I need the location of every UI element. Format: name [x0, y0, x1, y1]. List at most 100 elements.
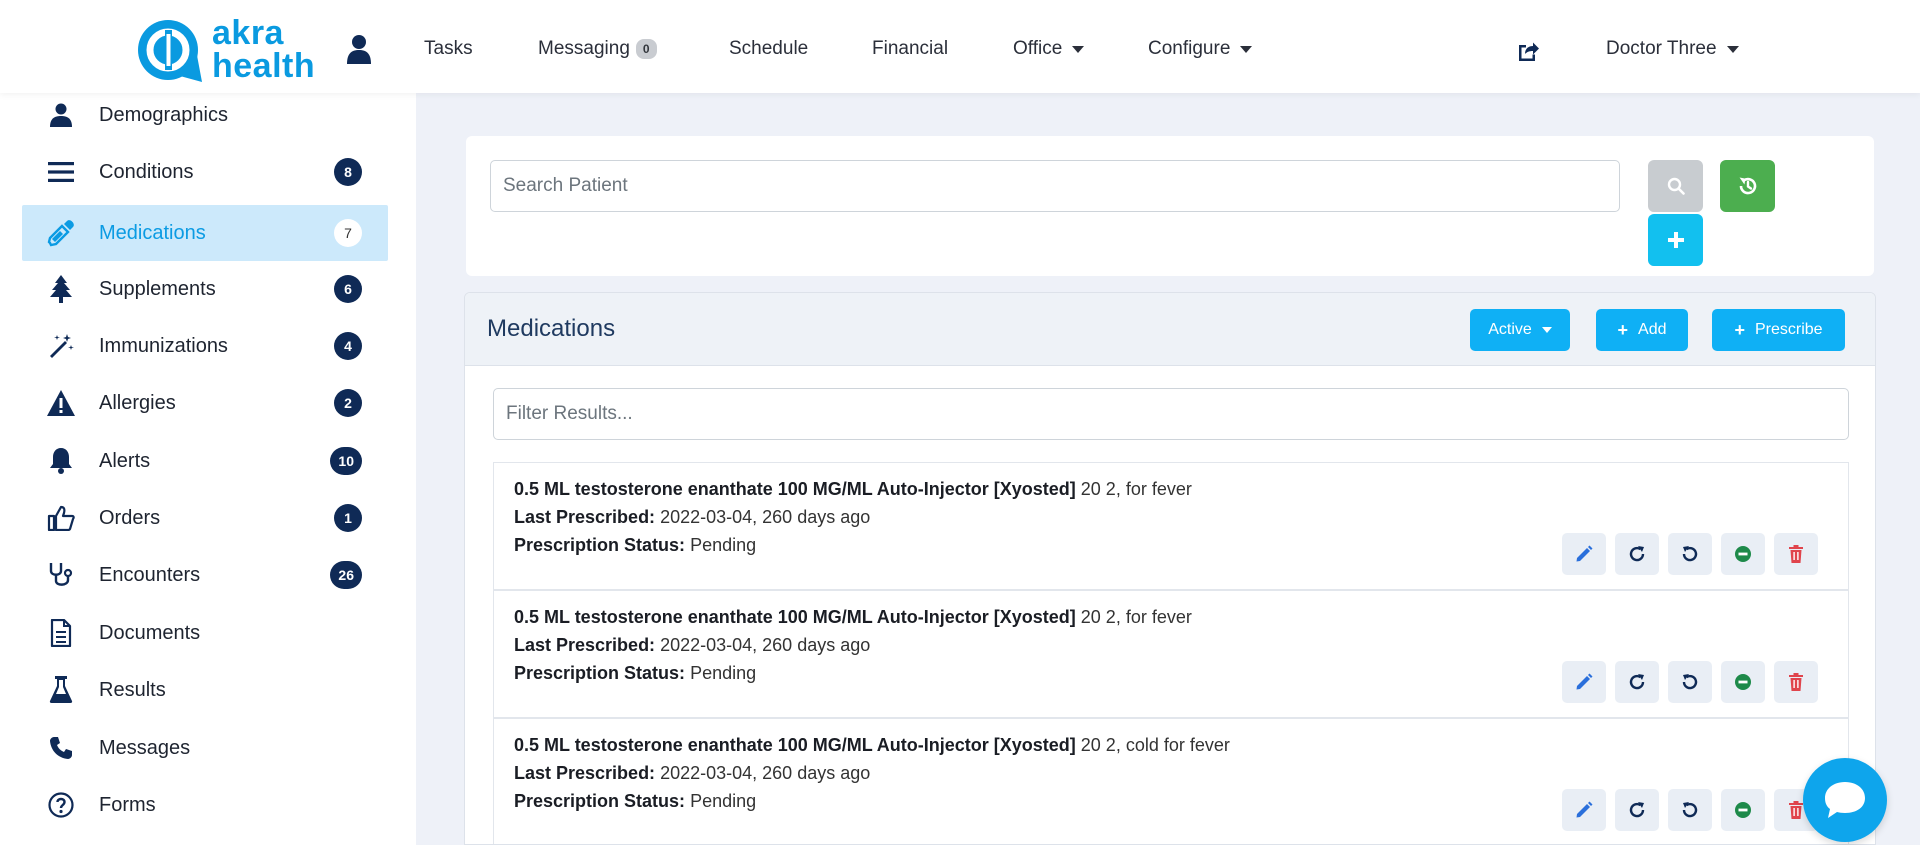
sidebar-item-documents[interactable]: Documents: [22, 605, 388, 661]
add-patient-button[interactable]: [1648, 214, 1703, 266]
warning-icon: [46, 388, 76, 418]
trash-icon: [1789, 545, 1803, 563]
list-icon: [46, 157, 76, 187]
messaging-count-badge: 0: [635, 39, 657, 59]
pencil-icon: [1576, 673, 1593, 690]
search-icon: [1667, 177, 1685, 195]
prescription-status-value: Pending: [690, 663, 757, 683]
chat-widget-button[interactable]: [1803, 758, 1887, 842]
trash-icon: [1789, 673, 1803, 691]
sidebar-item-label: Supplements: [99, 277, 216, 300]
discontinue-button[interactable]: [1721, 533, 1765, 575]
discontinue-button[interactable]: [1721, 661, 1765, 703]
chevron-down-icon: [1072, 45, 1085, 53]
sidebar-item-forms[interactable]: Forms: [22, 777, 388, 833]
sidebar-item-messages[interactable]: Messages: [22, 720, 388, 776]
redo-icon: [1629, 674, 1645, 690]
minus-circle-icon: [1735, 674, 1751, 690]
medication-sig: 20 2, for fever: [1080, 479, 1192, 499]
medication-name: 0.5 ML testosterone enanthate 100 MG/ML …: [514, 607, 1076, 627]
search-button[interactable]: [1648, 160, 1703, 212]
phone-icon: [46, 733, 76, 763]
medications-title: Medications: [487, 315, 616, 342]
chevron-down-icon: [1240, 45, 1253, 53]
last-prescribed-label: Last Prescribed:: [514, 635, 656, 655]
count-badge: 4: [334, 332, 362, 360]
sidebar-item-label: Conditions: [99, 160, 194, 183]
delete-button[interactable]: [1774, 533, 1818, 575]
logo-icon: [138, 20, 202, 82]
nav-configure-label: Configure: [1148, 38, 1231, 59]
undo-button[interactable]: [1668, 533, 1712, 575]
medications-header: Medications Active + Add + Prescribe: [465, 293, 1875, 366]
pencil-icon: [1576, 801, 1593, 818]
nav-tasks[interactable]: Tasks: [424, 38, 473, 60]
sidebar-item-conditions[interactable]: Conditions 8: [22, 144, 388, 200]
undo-button[interactable]: [1668, 661, 1712, 703]
plus-icon: +: [1734, 319, 1745, 340]
refill-button[interactable]: [1615, 789, 1659, 831]
discontinue-button[interactable]: [1721, 789, 1765, 831]
brand-line1: akra: [212, 14, 284, 52]
add-medication-button[interactable]: + Add: [1596, 309, 1688, 351]
delete-button[interactable]: [1774, 661, 1818, 703]
nav-messaging-label: Messaging: [538, 38, 630, 59]
sidebar-item-results[interactable]: Results: [22, 662, 388, 718]
chevron-down-icon: [1541, 327, 1552, 333]
question-circle-icon: [46, 790, 76, 820]
user-menu-dropdown[interactable]: Doctor Three: [1606, 38, 1739, 60]
sidebar-item-label: Orders: [99, 506, 161, 529]
add-label: Add: [1638, 321, 1667, 338]
sidebar-item-label: Results: [99, 678, 166, 701]
redo-icon: [1629, 802, 1645, 818]
row-actions: [1553, 661, 1818, 703]
document-icon: [46, 618, 76, 648]
patient-search-card: [466, 136, 1874, 276]
brand-logo[interactable]: akra health: [136, 16, 315, 84]
share-icon[interactable]: [1516, 39, 1540, 63]
refill-button[interactable]: [1615, 661, 1659, 703]
stethoscope-icon: [46, 560, 76, 590]
edit-button[interactable]: [1562, 533, 1606, 575]
sidebar-item-label: Documents: [99, 621, 201, 644]
prescribe-button[interactable]: + Prescribe: [1712, 309, 1845, 351]
user-icon[interactable]: [346, 34, 372, 64]
status-filter-dropdown[interactable]: Active: [1470, 309, 1570, 351]
sidebar-item-label: Encounters: [99, 563, 201, 586]
medication-row[interactable]: 0.5 ML testosterone enanthate 100 MG/ML …: [493, 718, 1849, 844]
sidebar-item-alerts[interactable]: Alerts 10: [22, 433, 388, 489]
reset-button[interactable]: [1720, 160, 1775, 212]
row-actions: [1553, 789, 1818, 831]
undo-button[interactable]: [1668, 789, 1712, 831]
nav-messaging[interactable]: Messaging 0: [538, 38, 657, 60]
refill-button[interactable]: [1615, 533, 1659, 575]
undo-icon: [1682, 674, 1698, 690]
nav-financial[interactable]: Financial: [872, 38, 948, 60]
edit-button[interactable]: [1562, 789, 1606, 831]
count-badge: 6: [334, 275, 362, 303]
prescription-status-label: Prescription Status:: [514, 791, 686, 811]
search-patient-input[interactable]: [490, 160, 1620, 212]
sidebar-item-orders[interactable]: Orders 1: [22, 490, 388, 546]
nav-configure-dropdown[interactable]: Configure: [1148, 38, 1253, 60]
sidebar-item-allergies[interactable]: Allergies 2: [22, 375, 388, 431]
sidebar-item-immunizations[interactable]: Immunizations 4: [22, 318, 388, 374]
count-badge: 2: [334, 389, 362, 417]
undo-icon: [1682, 802, 1698, 818]
minus-circle-icon: [1735, 802, 1751, 818]
nav-office-dropdown[interactable]: Office: [1013, 38, 1085, 60]
medication-row[interactable]: 0.5 ML testosterone enanthate 100 MG/ML …: [493, 462, 1849, 590]
last-prescribed-label: Last Prescribed:: [514, 507, 656, 527]
sidebar-item-medications[interactable]: Medications 7: [22, 205, 388, 261]
filter-results-input[interactable]: [493, 388, 1849, 440]
magic-wand-icon: [46, 331, 76, 361]
sidebar-item-demographics[interactable]: Demographics: [22, 87, 388, 143]
count-badge: 26: [330, 561, 362, 589]
prescription-status-value: Pending: [690, 791, 757, 811]
edit-button[interactable]: [1562, 661, 1606, 703]
nav-schedule[interactable]: Schedule: [729, 38, 808, 60]
medication-row[interactable]: 0.5 ML testosterone enanthate 100 MG/ML …: [493, 590, 1849, 718]
sidebar-item-encounters[interactable]: Encounters 26: [22, 547, 388, 603]
user-icon: [46, 100, 76, 130]
sidebar-item-supplements[interactable]: Supplements 6: [22, 261, 388, 317]
